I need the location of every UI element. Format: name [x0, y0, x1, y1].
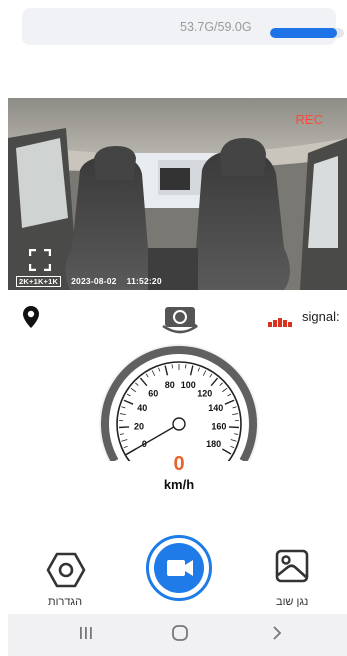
- recording-time: 11:52:20: [126, 276, 162, 286]
- system-navigation-bar: [8, 614, 347, 656]
- settings-label[interactable]: הגדרות: [48, 596, 82, 608]
- speedometer: 020406080100120140160180 0 km/h: [96, 341, 262, 511]
- storage-progress-bar: [270, 28, 344, 38]
- back-icon[interactable]: [270, 624, 284, 647]
- speed-unit: km/h: [164, 477, 194, 492]
- record-button[interactable]: [146, 535, 212, 601]
- signal-bars-icon: [268, 314, 294, 332]
- location-pin-icon[interactable]: [22, 305, 40, 334]
- gauge-tick: [228, 426, 239, 429]
- storage-text: 53.7G/59.0G: [180, 20, 252, 34]
- record-button-inner: [154, 543, 204, 593]
- resolution-badge: 2K+1K+1K: [16, 276, 62, 287]
- gauge-tick-label: 140: [208, 403, 223, 413]
- status-row: signal:: [0, 298, 347, 338]
- playback-label[interactable]: נגן שוב: [276, 596, 308, 608]
- recent-apps-icon[interactable]: [78, 624, 94, 647]
- gallery-icon[interactable]: [274, 548, 310, 584]
- gauge-tick-label: 60: [148, 388, 158, 398]
- gauge-tick-label: 40: [137, 403, 147, 413]
- gauge-tick-label: 180: [206, 439, 221, 449]
- gauge-tick-label: 100: [181, 380, 196, 390]
- home-icon[interactable]: [171, 624, 189, 647]
- gauge-tick: [119, 426, 130, 429]
- action-bar: הגדרות נגן שוב: [0, 532, 347, 612]
- signal-label: signal:: [302, 309, 340, 324]
- camera-timestamp-overlay: 2K+1K+1K 2023-08-02 11:52:20: [16, 276, 162, 287]
- gauge-tick-label: 160: [211, 421, 226, 431]
- rec-indicator: REC: [295, 112, 323, 127]
- expand-icon[interactable]: [28, 248, 52, 272]
- storage-progress-fill: [270, 28, 338, 38]
- camera-preview[interactable]: REC 2K+1K+1K 2023-08-02 11:52:20: [8, 98, 347, 290]
- video-camera-icon: [167, 560, 193, 576]
- gauge-tick-label: 80: [165, 380, 175, 390]
- gauge-tick-label: 120: [197, 388, 212, 398]
- recording-date: 2023-08-02: [71, 276, 117, 286]
- speed-value: 0: [173, 453, 184, 475]
- storage-indicator: 53.7G/59.0G: [22, 8, 344, 45]
- settings-hexagon-icon[interactable]: [46, 550, 86, 590]
- switch-camera-icon[interactable]: [160, 304, 200, 341]
- gauge-tick-label: 20: [134, 421, 144, 431]
